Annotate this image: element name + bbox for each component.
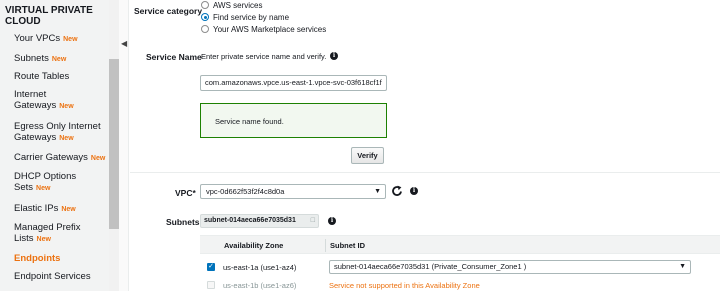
sidebar-item-endpoint-services[interactable]: Endpoint Services [14, 271, 110, 282]
sidebar-item-managed-prefix-lists[interactable]: Managed Prefix Lists New [14, 222, 86, 245]
sidebar-item-internet-gateways[interactable]: Internet Gateways New [14, 89, 86, 112]
info-icon[interactable]: i [328, 217, 336, 225]
sidebar-item-elastic-ips[interactable]: Elastic IPs New [14, 203, 110, 215]
column-header-subnet-id: Subnet ID [330, 241, 365, 250]
sidebar-item-dhcp-options-sets[interactable]: DHCP Options Sets New [14, 171, 84, 194]
sidebar-item-label: Subnets [14, 53, 49, 64]
sidebar-item-endpoints[interactable]: Endpoints [14, 253, 110, 264]
subnet-unsupported-message: Service not supported in this Availabili… [329, 281, 480, 290]
sidebar-item-subnets[interactable]: Subnets New [14, 53, 110, 65]
radio-marketplace-services[interactable]: Your AWS Marketplace services [201, 24, 326, 34]
row-checkbox [207, 281, 215, 289]
new-badge: New [90, 155, 106, 162]
remove-chip-icon[interactable]: □ [311, 215, 315, 227]
caret-down-icon: ▼ [374, 188, 381, 195]
sidebar-item-egress-only-internet-gateways[interactable]: Egress Only Internet Gateways New [14, 121, 110, 144]
sidebar-item-label: Route Tables [14, 71, 70, 82]
service-found-message: Service name found. [215, 117, 284, 126]
subnet-select[interactable]: subnet-014aeca66e7035d31 (Private_Consum… [329, 260, 691, 274]
sidebar-title: VIRTUAL PRIVATE CLOUD [5, 5, 93, 27]
radio-find-service-by-name[interactable]: Find service by name [201, 12, 289, 22]
vpc-select-value: vpc-0d662f53f2f4c8d0a [206, 187, 285, 196]
service-category-label: Service category [134, 6, 203, 16]
radio-button[interactable] [201, 25, 209, 33]
vpc-select[interactable]: vpc-0d662f53f2f4c8d0a ▼ [200, 184, 386, 199]
subnets-label: Subnets [166, 217, 200, 227]
vpc-label: VPC* [175, 188, 196, 198]
sidebar-item-label: Your VPCs [14, 33, 61, 44]
sidebar-item-label: Carrier Gateways [14, 152, 88, 163]
new-badge: New [63, 36, 78, 43]
new-badge: New [36, 236, 51, 243]
row-checkbox[interactable]: ✓ [207, 263, 215, 271]
chevron-left-icon[interactable]: ◀ [121, 40, 128, 48]
table-header: Availability Zone Subnet ID [200, 235, 720, 254]
new-badge: New [51, 56, 67, 63]
availability-zone-cell: us-east-1b (use1-az6) [223, 281, 297, 290]
sidebar: VIRTUAL PRIVATE CLOUD Your VPCs New Subne… [0, 0, 119, 291]
sidebar-item-label: Internet Gateways [14, 89, 57, 111]
service-name-label: Service Name [146, 52, 202, 62]
availability-zone-cell: us-east-1a (use1-az4) [223, 263, 297, 272]
sidebar-item-label: Egress Only Internet Gateways [14, 121, 101, 143]
service-name-hint: Enter private service name and verify. [201, 52, 327, 61]
sidebar-item-label: Elastic IPs [14, 203, 59, 214]
subnet-select-value: subnet-014aeca66e7035d31 (Private_Consum… [334, 262, 527, 271]
service-name-input[interactable]: com.amazonaws.vpce.us-east-1.vpce-svc-03… [200, 75, 387, 91]
new-badge: New [59, 103, 74, 110]
radio-button-selected[interactable] [201, 13, 209, 21]
verify-button[interactable]: Verify [351, 147, 384, 164]
column-divider [325, 239, 326, 252]
subnet-chip-label: subnet-014aeca66e7035d31 [204, 217, 296, 224]
sidebar-item-label: Endpoints [14, 253, 61, 264]
new-badge: New [61, 206, 76, 213]
sidebar-item-your-vpcs[interactable]: Your VPCs New [14, 33, 110, 45]
sidebar-item-route-tables[interactable]: Route Tables [14, 71, 110, 82]
radio-aws-services[interactable]: AWS services [201, 0, 263, 10]
caret-down-icon: ▼ [679, 263, 686, 270]
new-badge: New [59, 135, 74, 142]
sidebar-item-carrier-gateways[interactable]: Carrier Gateways New [14, 152, 110, 164]
radio-label: Your AWS Marketplace services [213, 24, 327, 34]
refresh-icon[interactable] [391, 184, 403, 198]
section-divider [130, 172, 720, 173]
radio-label: Find service by name [213, 12, 290, 22]
sidebar-scroll-thumb[interactable] [109, 59, 119, 229]
radio-button[interactable] [201, 1, 209, 9]
create-endpoint-form: Service category AWS services Find servi… [130, 0, 720, 291]
info-icon[interactable]: i [330, 52, 338, 60]
subnet-chip: subnet-014aeca66e7035d31 □ [200, 214, 319, 228]
column-header-availability-zone: Availability Zone [224, 241, 284, 250]
service-found-alert: Service name found. [200, 103, 387, 138]
new-badge: New [36, 185, 51, 192]
radio-label: AWS services [213, 0, 263, 10]
info-icon[interactable]: i [410, 187, 418, 195]
sidebar-item-label: Endpoint Services [14, 271, 91, 282]
